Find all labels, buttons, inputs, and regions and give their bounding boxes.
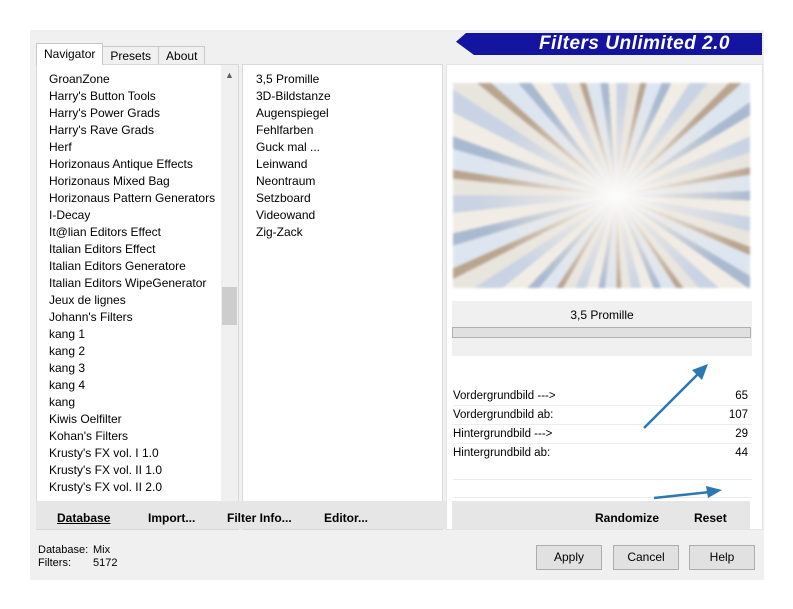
category-list[interactable]: GroanZone Harry's Button Tools Harry's Pow… [37, 65, 238, 496]
category-list-panel: GroanZone Harry's Button Tools Harry's Pow… [36, 64, 239, 530]
database-button[interactable]: Database [57, 511, 110, 525]
param-label: Vordergrundbild ---> [453, 390, 556, 402]
category-item[interactable]: kang [49, 394, 238, 411]
category-item[interactable]: Harry's Rave Grads [49, 122, 238, 139]
app-banner: Filters Unlimited 2.0 [456, 33, 762, 55]
filter-item[interactable]: Fehlfarben [256, 122, 442, 139]
category-item[interactable]: Horizonaus Antique Effects [49, 156, 238, 173]
filter-name-label: 3,5 Promille [570, 308, 634, 322]
filters-count-value: 5172 [93, 557, 118, 569]
param-row[interactable]: Hintergrundbild ab: 44 [453, 444, 752, 462]
filter-item[interactable]: Neontraum [256, 173, 442, 190]
randomize-button[interactable]: Randomize [595, 511, 659, 525]
param-value: 65 [735, 390, 748, 402]
category-item[interactable]: Harry's Button Tools [49, 88, 238, 105]
param-value: 44 [735, 447, 748, 459]
database-value: Mix [93, 544, 111, 556]
filter-item[interactable]: Leinwand [256, 156, 442, 173]
category-item[interactable]: kang 3 [49, 360, 238, 377]
filter-list-panel: 3,5 Promille 3D-Bildstanze Augenspiegel Feh… [242, 64, 450, 530]
tab-presets[interactable]: Presets [102, 46, 160, 65]
category-item[interactable]: kang 4 [49, 377, 238, 394]
param-row[interactable]: Hintergrundbild ---> 29 [453, 425, 752, 443]
scrollbar-thumb[interactable] [222, 287, 237, 325]
reset-button[interactable]: Reset [694, 511, 727, 525]
filter-item[interactable]: 3D-Bildstanze [256, 88, 442, 105]
category-item[interactable]: Horizonaus Pattern Generators [49, 190, 238, 207]
category-item[interactable]: Italian Editors WipeGenerator [49, 275, 238, 292]
category-item[interactable]: kang 1 [49, 326, 238, 343]
filter-item[interactable]: Zig-Zack [256, 224, 442, 241]
filters-count-label: Filters: [38, 557, 71, 569]
tab-navigator[interactable]: Navigator [36, 43, 104, 65]
database-label: Database: [38, 544, 89, 556]
parameter-list: Vordergrundbild ---> 65 Vordergrundbild … [453, 387, 752, 462]
category-item-selected[interactable]: Kiwis Oelfilter [41, 409, 238, 430]
param-value: 107 [728, 409, 748, 421]
import-button[interactable]: Import... [148, 511, 195, 525]
param-row[interactable]: Vordergrundbild ab: 107 [453, 406, 752, 424]
category-item[interactable]: Jeux de lignes [49, 292, 238, 309]
category-item[interactable]: Krusty's FX vol. I 1.0 [49, 445, 238, 462]
category-item[interactable]: Krusty's FX vol. II 1.0 [49, 462, 238, 479]
category-item[interactable]: Italian Editors Effect [49, 241, 238, 258]
filters-unlimited-window: Navigator Presets About Filters Unlimite… [30, 30, 764, 580]
status-info: Database: Mix Filters: 5172 [38, 544, 117, 570]
filter-progress-bar [452, 327, 751, 338]
category-scrollbar[interactable]: ▲ ▼ [221, 65, 238, 529]
filter-item-selected[interactable]: 3,5 Promille [248, 69, 450, 90]
category-item[interactable]: Krusty's FX vol. II 2.0 [49, 479, 238, 496]
cancel-button[interactable]: Cancel [613, 545, 679, 570]
category-item[interactable]: GroanZone [49, 71, 238, 88]
filter-item[interactable]: Augenspiegel [256, 105, 442, 122]
category-item[interactable]: Italian Editors Generatore [49, 258, 238, 275]
category-item[interactable]: Kohan's Filters [49, 428, 238, 445]
category-item[interactable]: Johann's Filters [49, 309, 238, 326]
filter-item[interactable]: Setzboard [256, 190, 442, 207]
preview-panel: 3,5 Promille Vordergrundbild ---> 65 Vor… [446, 64, 763, 530]
filter-list[interactable]: 3,5 Promille 3D-Bildstanze Augenspiegel Feh… [243, 65, 450, 241]
param-label: Hintergrundbild ab: [453, 447, 551, 459]
param-label: Vordergrundbild ab: [453, 409, 554, 421]
category-item[interactable]: Herf [49, 139, 238, 156]
category-item[interactable]: It@lian Editors Effect [49, 224, 238, 241]
tab-bar: Navigator Presets About [36, 43, 206, 65]
preview-image [453, 83, 750, 288]
category-item[interactable]: I-Decay [49, 207, 238, 224]
category-item[interactable]: Harry's Power Grads [49, 105, 238, 122]
param-value: 29 [735, 428, 748, 440]
help-button[interactable]: Help [689, 545, 755, 570]
filter-item[interactable]: Guck mal ... [256, 139, 442, 156]
param-label: Hintergrundbild ---> [453, 428, 553, 440]
editor-button[interactable]: Editor... [324, 511, 368, 525]
category-item[interactable]: kang 2 [49, 343, 238, 360]
param-row[interactable]: Vordergrundbild ---> 65 [453, 387, 752, 405]
filter-item[interactable]: Videowand [256, 207, 442, 224]
category-item[interactable]: Horizonaus Mixed Bag [49, 173, 238, 190]
filter-name-box: 3,5 Promille [452, 301, 752, 356]
apply-button[interactable]: Apply [536, 545, 602, 570]
filter-info-button[interactable]: Filter Info... [227, 511, 292, 525]
scroll-up-arrow-icon[interactable]: ▲ [221, 67, 238, 84]
tab-about[interactable]: About [158, 46, 206, 65]
